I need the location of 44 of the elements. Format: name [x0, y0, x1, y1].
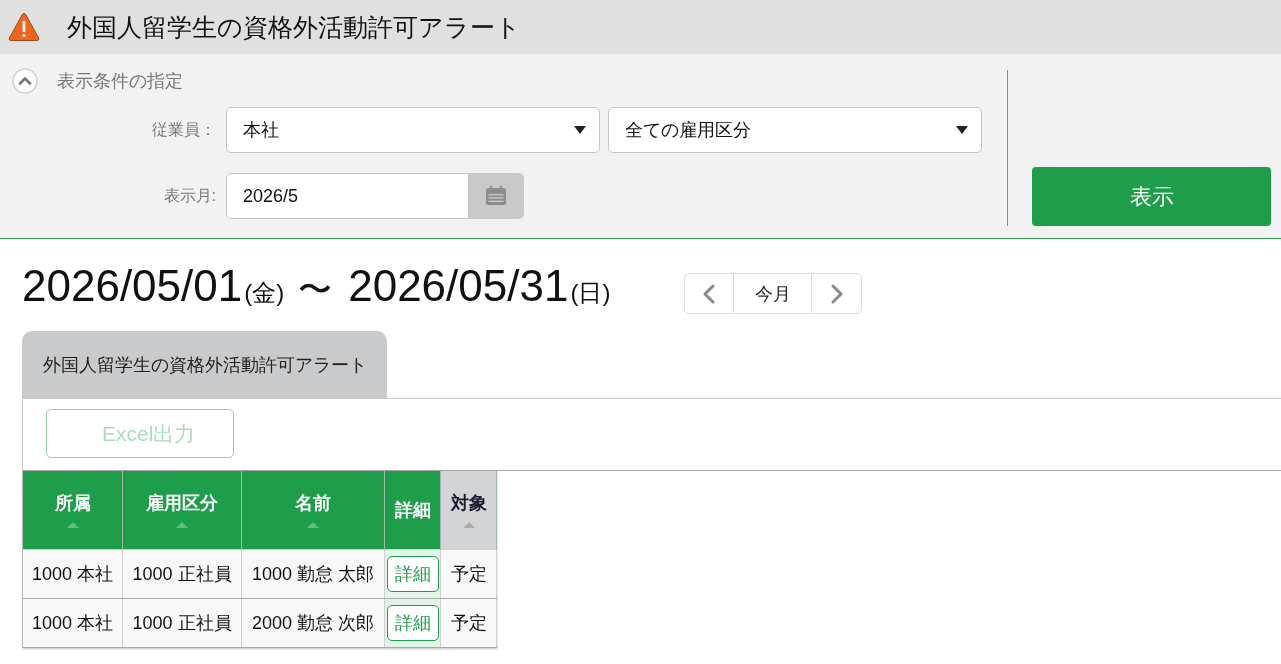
detail-button[interactable]: 詳細: [386, 605, 439, 641]
office-select[interactable]: 本社: [226, 107, 600, 153]
table-cell: 1000 正社員: [122, 598, 242, 648]
table-cell: 予定: [440, 549, 497, 599]
table-cell: 1000 本社: [23, 549, 123, 599]
section-title: 表示条件の指定: [57, 70, 183, 93]
end-date: 2026/05/31: [348, 260, 569, 312]
range-separator: 〜: [298, 269, 333, 310]
sort-icon: [462, 522, 475, 528]
column-header[interactable]: 所属: [23, 471, 123, 550]
sort-icon: [66, 522, 79, 528]
detail-button[interactable]: 詳細: [386, 556, 439, 592]
chevron-right-icon: [830, 283, 843, 304]
calendar-button[interactable]: [468, 173, 524, 219]
table-cell: 1000 本社: [23, 598, 123, 648]
employment-type-select[interactable]: 全ての雇用区分: [608, 107, 982, 153]
table-cell: 2000 勤怠 次郎: [241, 598, 385, 648]
end-weekday: (日): [570, 278, 611, 308]
column-header: 詳細: [384, 471, 441, 550]
current-month-button[interactable]: 今月: [734, 273, 812, 314]
warning-icon: [8, 12, 40, 42]
sort-icon: [307, 522, 319, 528]
previous-month-button[interactable]: [684, 273, 735, 314]
tab[interactable]: 外国人留学生の資格外活動許可アラート: [22, 331, 387, 398]
caret-icon: [956, 126, 968, 134]
start-date: 2026/05/01: [22, 260, 243, 312]
month-label: 表示月:: [162, 185, 216, 206]
sort-icon: [176, 522, 188, 528]
month-input[interactable]: 2026/5: [226, 173, 468, 219]
table-cell: 1000 勤怠 太郎: [241, 549, 385, 599]
caret-icon: [574, 126, 586, 134]
column-header[interactable]: 名前: [241, 471, 385, 550]
page-title: 外国人留学生の資格外活動許可アラート: [67, 11, 521, 43]
collapse-icon[interactable]: [12, 68, 38, 94]
column-header[interactable]: 雇用区分: [122, 471, 242, 550]
next-month-button[interactable]: [811, 273, 863, 314]
chevron-left-icon: [703, 283, 716, 304]
table-cell: 1000 正社員: [122, 549, 242, 599]
display-button[interactable]: 表示: [1032, 167, 1271, 226]
calendar-icon: [485, 186, 507, 206]
employee-label: 従業員：: [151, 119, 216, 140]
column-header[interactable]: 対象: [440, 471, 497, 550]
table-cell: 予定: [440, 598, 497, 648]
start-weekday: (金): [244, 278, 285, 308]
